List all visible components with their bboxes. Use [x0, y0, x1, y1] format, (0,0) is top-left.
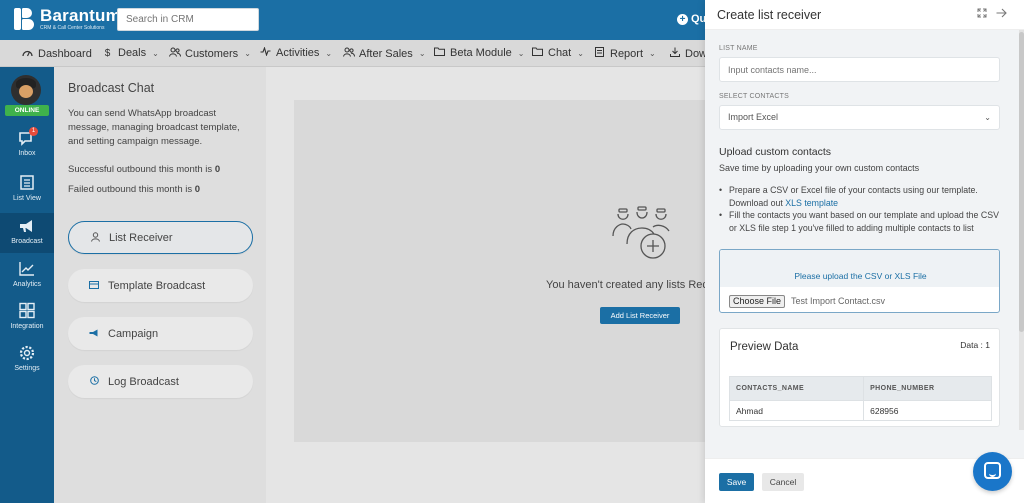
- nav-customers[interactable]: Customers ⌄: [168, 47, 251, 60]
- choose-file-button[interactable]: Choose File: [729, 295, 786, 308]
- online-status-badge: ONLINE: [5, 105, 49, 116]
- report-icon: [593, 47, 606, 60]
- upload-instructions: Prepare a CSV or Excel file of your cont…: [719, 184, 1004, 234]
- template-icon: [87, 280, 101, 291]
- expand-icon[interactable]: [977, 8, 987, 21]
- nav-dashboard[interactable]: Dashboard: [21, 47, 92, 60]
- brand-tagline: CRM & Call Center Solutions: [40, 24, 105, 31]
- analytics-icon: [19, 262, 34, 276]
- chevron-down-icon: ⌄: [649, 49, 656, 58]
- empty-state-message: You haven't created any lists Receiv: [546, 279, 722, 291]
- failed-outbound-stat: Failed outbound this month is 0: [68, 184, 201, 195]
- instruction-item: Fill the contacts you want based on our …: [719, 209, 1004, 234]
- nav-download[interactable]: Dow: [668, 47, 707, 60]
- save-button[interactable]: Save: [719, 473, 754, 491]
- list-name-label: LIST NAME: [719, 45, 758, 52]
- chevron-down-icon: ⌄: [577, 48, 584, 58]
- page-title: Broadcast Chat: [68, 81, 155, 95]
- successful-outbound-stat: Successful outbound this month is 0: [68, 164, 221, 175]
- nav-report[interactable]: Report ⌄: [593, 47, 656, 60]
- chevron-down-icon: ⌄: [418, 49, 426, 58]
- chevron-down-icon: ⌄: [984, 113, 991, 122]
- sidebar-item-integration[interactable]: Integration: [0, 302, 54, 330]
- data-count: Data : 1: [960, 340, 990, 350]
- chevron-down-icon: ⌄: [244, 49, 251, 58]
- list-receiver-content: You haven't created any lists Receiv Add…: [294, 100, 724, 442]
- cell-contacts-name: Ahmad: [728, 400, 865, 421]
- chat-launcher-button[interactable]: [973, 452, 1012, 491]
- close-arrow-icon[interactable]: [996, 8, 1007, 21]
- users-add-icon: [612, 206, 670, 259]
- user-icon: [88, 231, 102, 244]
- select-contacts-dropdown[interactable]: Import Excel ⌄: [719, 105, 1000, 130]
- download-icon: [668, 47, 681, 60]
- users-icon: [168, 47, 181, 60]
- sidebar-item-analytics[interactable]: Analytics: [0, 260, 54, 288]
- users-icon: [342, 47, 355, 60]
- activity-icon: [259, 46, 272, 59]
- xls-template-link[interactable]: XLS template: [785, 198, 838, 208]
- chevron-down-icon: ⌄: [517, 48, 525, 58]
- select-contacts-label: SELECT CONTACTS: [719, 93, 790, 100]
- upload-section-subtitle: Save time by uploading your own custom c…: [719, 163, 920, 173]
- nav-beta-module[interactable]: Beta Module ⌄: [433, 47, 524, 59]
- upload-hint: Please upload the CSV or XLS File: [794, 271, 927, 281]
- barantum-logo-icon: [12, 6, 36, 32]
- menu-list-receiver[interactable]: List Receiver: [68, 221, 253, 254]
- integration-icon: [19, 302, 35, 319]
- preview-title: Preview Data: [730, 341, 799, 353]
- broadcast-description: You can send WhatsApp broadcast message,…: [68, 108, 240, 147]
- modal-header: Create list receiver: [705, 0, 1024, 30]
- avatar[interactable]: [11, 75, 41, 105]
- table-row: Ahmad 628956: [728, 400, 992, 421]
- selected-file-name: Test Import Contact.csv: [791, 296, 886, 306]
- broadcast-icon: [20, 220, 32, 232]
- dollar-icon: $: [104, 47, 111, 59]
- plus-circle-icon: +: [677, 13, 688, 25]
- chat-bubble-icon: [984, 462, 1001, 479]
- add-list-receiver-button[interactable]: Add List Receiver: [600, 307, 680, 324]
- nav-deals[interactable]: $ Deals ⌄: [101, 47, 159, 59]
- cell-phone-number: 628956: [863, 400, 992, 421]
- clock-icon: [87, 376, 101, 387]
- preview-table: CONTACTS_NAME PHONE_NUMBER Ahmad 628956: [728, 376, 992, 421]
- sidebar-item-settings[interactable]: Settings: [0, 344, 54, 372]
- column-header-phone-number: PHONE_NUMBER: [863, 376, 992, 401]
- preview-data-card: Preview Data Data : 1 CONTACTS_NAME PHON…: [719, 328, 1000, 427]
- inbox-count-badge: 1: [29, 127, 38, 136]
- nav-chat[interactable]: Chat ⌄: [531, 47, 584, 59]
- upload-section-title: Upload custom contacts: [719, 146, 832, 158]
- nav-after-sales[interactable]: After Sales ⌄: [342, 47, 426, 60]
- list-name-input[interactable]: [719, 57, 1000, 82]
- cancel-button[interactable]: Cancel: [762, 473, 804, 491]
- sidebar-item-list-view[interactable]: List View: [0, 174, 54, 202]
- create-list-receiver-panel: Create list receiver LIST NAME SELECT CO…: [705, 0, 1024, 503]
- column-header-contacts-name: CONTACTS_NAME: [728, 376, 865, 401]
- folder-icon: [531, 47, 544, 59]
- dashboard-icon: [21, 47, 34, 60]
- nav-activities[interactable]: Activities ⌄: [259, 46, 333, 59]
- megaphone-icon: [87, 329, 101, 339]
- gear-icon: [19, 345, 35, 361]
- modal-scrollbar[interactable]: [1019, 30, 1024, 430]
- brand-logo[interactable]: Barantum CRM & Call Center Solutions: [12, 6, 121, 32]
- chevron-down-icon: ⌄: [152, 48, 159, 58]
- menu-campaign[interactable]: Campaign: [68, 317, 253, 350]
- sidebar-item-inbox[interactable]: 1 Inbox: [0, 127, 54, 157]
- crm-search-input[interactable]: [117, 8, 259, 31]
- chevron-down-icon: ⌄: [325, 48, 333, 58]
- menu-template-broadcast[interactable]: Template Broadcast: [68, 269, 253, 302]
- modal-body: LIST NAME SELECT CONTACTS Import Excel ⌄…: [705, 30, 1024, 458]
- sidebar-item-broadcast[interactable]: Broadcast: [0, 213, 54, 253]
- app-sidebar: ONLINE 1 Inbox List View Broadcast Analy…: [0, 67, 54, 503]
- folder-icon: [433, 47, 446, 59]
- file-upload-dropzone[interactable]: Please upload the CSV or XLS File Choose…: [719, 249, 1000, 313]
- broadcast-panel: Broadcast Chat You can send WhatsApp bro…: [54, 67, 266, 503]
- list-view-icon: [20, 175, 34, 190]
- modal-title: Create list receiver: [717, 8, 822, 22]
- brand-name: Barantum: [40, 5, 121, 25]
- select-contacts-value: Import Excel: [728, 112, 779, 122]
- instruction-item: Prepare a CSV or Excel file of your cont…: [719, 184, 1004, 209]
- menu-log-broadcast[interactable]: Log Broadcast: [68, 365, 253, 398]
